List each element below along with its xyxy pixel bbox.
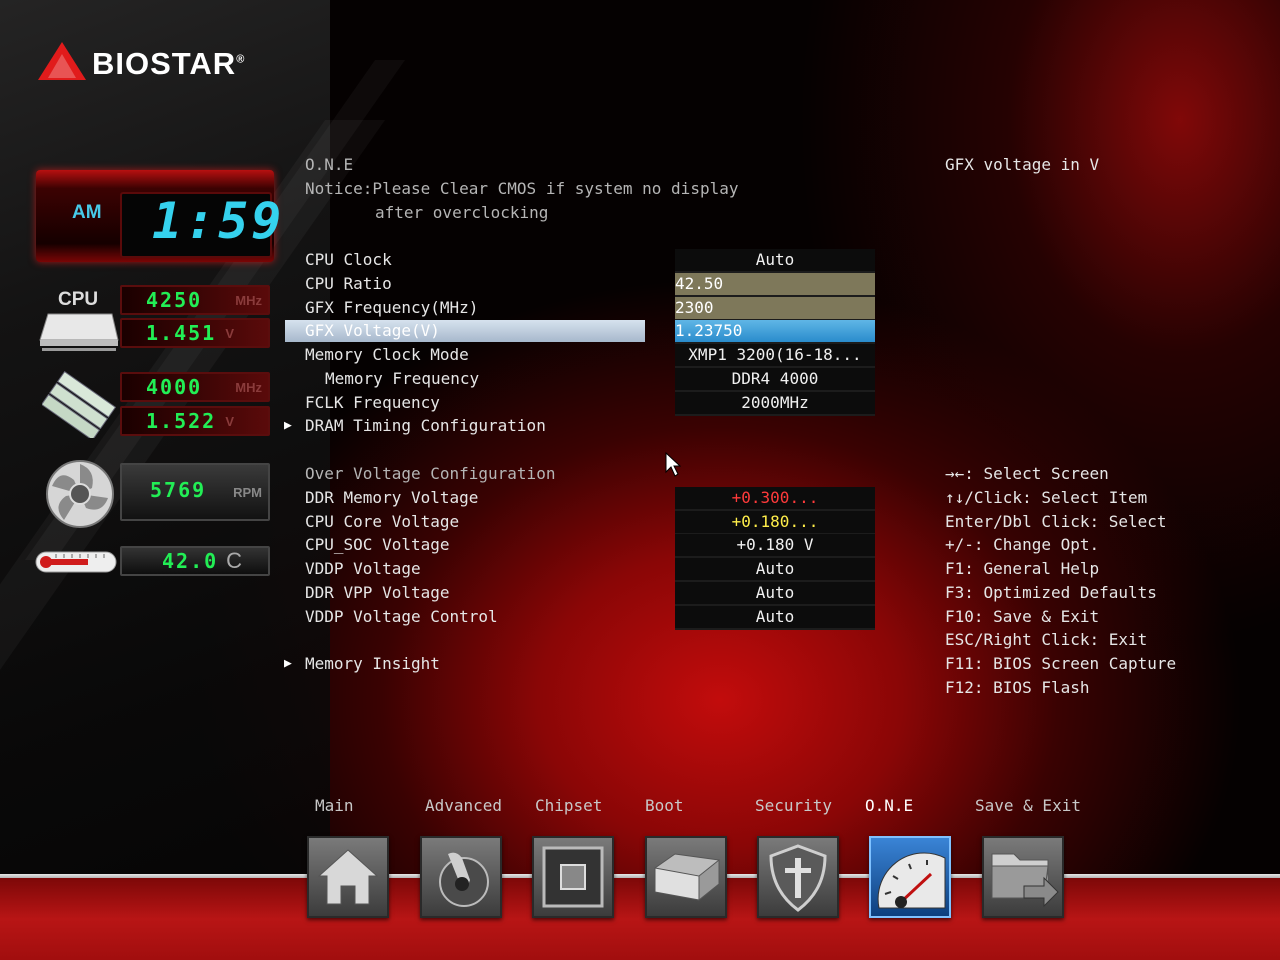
section-over-voltage: Over Voltage Configuration xyxy=(305,464,556,483)
help-key-general-help: F1: General Help xyxy=(945,559,1100,578)
submenu-memory-insight[interactable]: Memory Insight xyxy=(305,653,440,675)
thermometer-icon xyxy=(35,551,117,573)
tab-shelf xyxy=(0,878,1280,960)
folder-exit-icon xyxy=(991,853,1059,908)
submenu-arrow-icon: ▶ xyxy=(284,418,292,433)
help-key-select-item: ↑↓/Click: Select Item xyxy=(945,488,1148,507)
help-key-screen-capture: F11: BIOS Screen Capture xyxy=(945,654,1177,673)
page-title: O.N.E xyxy=(305,155,354,174)
cpu-frequency-unit: MHz xyxy=(235,293,262,308)
tab-chipset[interactable] xyxy=(532,836,614,918)
setting-ddr-memory-voltage[interactable]: DDR Memory Voltage xyxy=(305,487,478,509)
setting-gfx-frequency[interactable]: GFX Frequency(MHz) xyxy=(305,297,478,319)
setting-memory-clock-mode[interactable]: Memory Clock Mode xyxy=(305,344,469,366)
value-ddr-memory-voltage[interactable]: +0.300... xyxy=(675,487,875,511)
setting-fclk-frequency[interactable]: FCLK Frequency xyxy=(305,392,440,414)
tab-main[interactable] xyxy=(307,836,389,918)
value-gfx-frequency[interactable]: 2300 xyxy=(675,297,875,321)
cpu-voltage-display: 1.451 V xyxy=(120,318,270,348)
value-cpu-soc-voltage[interactable]: +0.180 V xyxy=(675,534,875,558)
tab-boot[interactable] xyxy=(645,836,727,918)
home-icon xyxy=(317,849,379,905)
brand-name: BIOSTAR® xyxy=(92,46,246,81)
clock-ampm: AM xyxy=(72,202,102,223)
value-cpu-clock[interactable]: Auto xyxy=(675,249,875,273)
value-ddr-vpp-voltage[interactable]: Auto xyxy=(675,582,875,606)
value-gfx-voltage[interactable]: 1.23750 xyxy=(675,320,875,344)
joystick-icon xyxy=(439,852,489,907)
cpu-voltage-unit: V xyxy=(225,326,234,341)
tab-chipset-label[interactable]: Chipset xyxy=(535,796,602,815)
shield-icon xyxy=(769,844,827,912)
temperature-display: 42.0 C xyxy=(120,546,270,576)
value-cpu-ratio[interactable]: 42.50 xyxy=(675,273,875,297)
fan-icon xyxy=(46,460,114,528)
tab-save-exit-label[interactable]: Save & Exit xyxy=(975,796,1081,815)
cpu-voltage-value: 1.451 xyxy=(146,321,217,345)
setting-cpu-core-voltage[interactable]: CPU Core Voltage xyxy=(305,511,459,533)
memory-voltage-display: 1.522 V xyxy=(120,406,270,436)
biostar-logo: BIOSTAR® xyxy=(36,40,276,84)
mouse-cursor-icon xyxy=(665,452,681,477)
help-key-select: Enter/Dbl Click: Select xyxy=(945,512,1167,531)
setting-cpu-clock[interactable]: CPU Clock xyxy=(305,249,392,271)
tab-one[interactable] xyxy=(869,836,951,918)
value-memory-frequency[interactable]: DDR4 4000 xyxy=(675,368,875,392)
notice-line-1: Notice:Please Clear CMOS if system no di… xyxy=(305,179,739,198)
tab-security-label[interactable]: Security xyxy=(755,796,832,815)
setting-cpu-soc-voltage[interactable]: CPU_SOC Voltage xyxy=(305,534,450,556)
memory-voltage-value: 1.522 xyxy=(146,409,217,433)
value-vddp-voltage-control[interactable]: Auto xyxy=(675,606,875,630)
memory-frequency-display: 4000 MHz xyxy=(120,372,270,402)
tab-main-label[interactable]: Main xyxy=(315,796,354,815)
help-key-change-opt: +/-: Change Opt. xyxy=(945,535,1100,554)
help-key-optimized-defaults: F3: Optimized Defaults xyxy=(945,583,1157,602)
drive-icon xyxy=(654,853,720,902)
value-memory-clock-mode[interactable]: XMP1 3200(16-18... xyxy=(675,344,875,368)
cpu-label: CPU xyxy=(58,289,99,310)
chip-icon xyxy=(542,846,604,908)
submenu-arrow-icon: ▶ xyxy=(284,656,292,671)
help-key-save-exit: F10: Save & Exit xyxy=(945,607,1100,626)
tab-boot-label[interactable]: Boot xyxy=(645,796,684,815)
cpu-chip-icon xyxy=(39,313,119,351)
tab-advanced[interactable] xyxy=(420,836,502,918)
tab-save-exit[interactable] xyxy=(982,836,1064,918)
tab-security[interactable] xyxy=(757,836,839,918)
setting-vddp-voltage-control[interactable]: VDDP Voltage Control xyxy=(305,606,498,628)
temperature-unit: C xyxy=(226,548,242,573)
value-vddp-voltage[interactable]: Auto xyxy=(675,558,875,582)
cpu-frequency-display: 4250 MHz xyxy=(120,285,270,315)
help-key-bios-flash: F12: BIOS Flash xyxy=(945,678,1090,697)
help-description: GFX voltage in V xyxy=(945,155,1100,174)
setting-vddp-voltage[interactable]: VDDP Voltage xyxy=(305,558,421,580)
memory-voltage-unit: V xyxy=(225,414,234,429)
help-key-exit: ESC/Right Click: Exit xyxy=(945,630,1148,649)
setting-cpu-ratio[interactable]: CPU Ratio xyxy=(305,273,392,295)
memory-modules-icon xyxy=(42,370,117,438)
cpu-frequency-value: 4250 xyxy=(146,288,203,312)
fan-speed-value: 5769 xyxy=(150,478,207,502)
fan-speed-unit: RPM xyxy=(233,485,262,500)
tab-advanced-label[interactable]: Advanced xyxy=(425,796,502,815)
clock-time: 1:59 xyxy=(152,192,285,250)
speedometer-icon xyxy=(877,852,946,909)
temperature-value: 42.0 xyxy=(162,549,219,573)
setting-ddr-vpp-voltage[interactable]: DDR VPP Voltage xyxy=(305,582,450,604)
memory-frequency-value: 4000 xyxy=(146,375,203,399)
fan-speed-display: 5769 RPM xyxy=(120,463,270,521)
logo-triangle-icon xyxy=(38,42,86,80)
value-fclk-frequency[interactable]: 2000MHz xyxy=(675,392,875,416)
setting-memory-frequency[interactable]: Memory Frequency xyxy=(325,368,479,390)
memory-frequency-unit: MHz xyxy=(235,380,262,395)
help-key-select-screen: →←: Select Screen xyxy=(945,464,1109,483)
tab-one-label[interactable]: O.N.E xyxy=(865,796,913,815)
value-cpu-core-voltage[interactable]: +0.180... xyxy=(675,511,875,535)
setting-gfx-voltage[interactable]: GFX Voltage(V) xyxy=(305,320,440,342)
notice-line-2: after overclocking xyxy=(375,203,549,222)
submenu-dram-timing[interactable]: DRAM Timing Configuration xyxy=(305,415,546,437)
